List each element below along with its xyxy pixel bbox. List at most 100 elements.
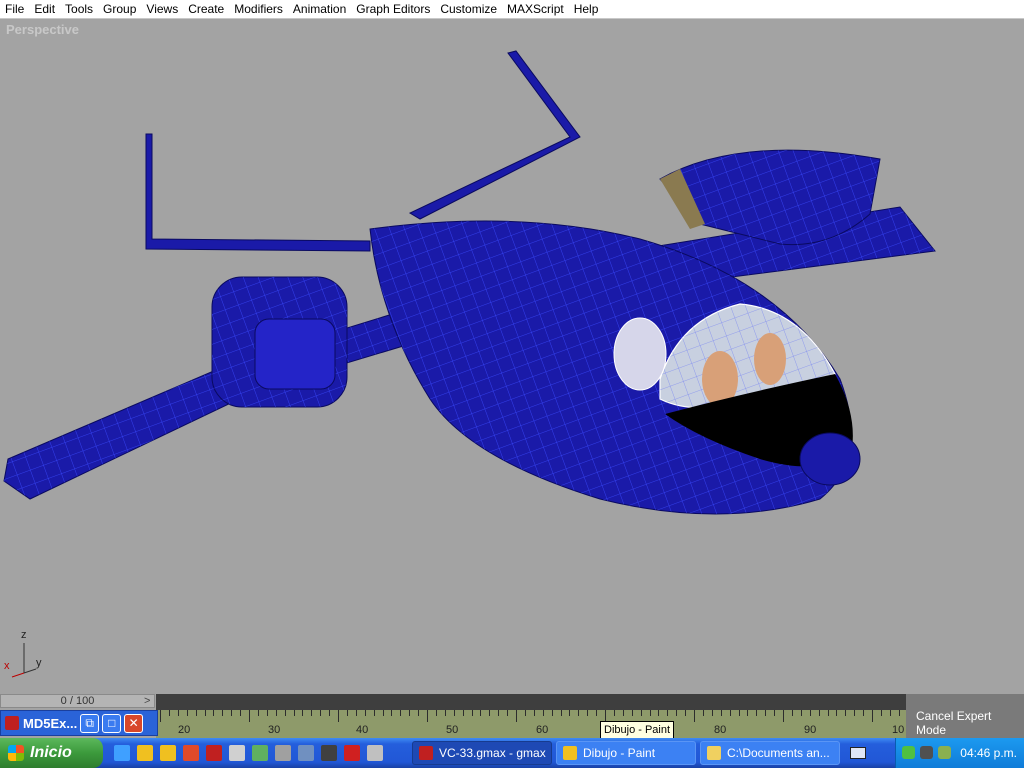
ruler-tick bbox=[702, 710, 704, 716]
ruler-label: 80 bbox=[714, 724, 727, 736]
ruler-tick bbox=[551, 710, 553, 716]
ruler-tick bbox=[569, 710, 571, 716]
ruler-tick bbox=[480, 710, 482, 716]
ruler-tick bbox=[872, 710, 873, 722]
ruler-tick bbox=[747, 710, 749, 716]
task-paint[interactable]: Dibujo - Paint bbox=[556, 741, 696, 765]
quicklaunch-icon[interactable] bbox=[367, 745, 383, 761]
ruler-tick bbox=[578, 710, 580, 716]
minimized-window-title: MD5Ex... bbox=[23, 715, 78, 731]
perspective-viewport[interactable]: Perspective z x y bbox=[0, 19, 1024, 694]
close-button[interactable]: ✕ bbox=[124, 713, 144, 733]
ruler-tick bbox=[418, 710, 420, 716]
taskbar: Inicio VC-33.gmax - gmax Dibujo - Paint … bbox=[0, 738, 1024, 768]
keyboard-icon[interactable] bbox=[850, 747, 866, 759]
gmax-icon bbox=[419, 746, 433, 760]
ie-icon[interactable] bbox=[114, 745, 130, 761]
ruler-label: 90 bbox=[804, 724, 817, 736]
ruler-tick bbox=[622, 710, 624, 716]
quicklaunch-icon[interactable] bbox=[275, 745, 291, 761]
quicklaunch-icon[interactable] bbox=[160, 745, 176, 761]
aircraft-model[interactable] bbox=[0, 19, 1024, 694]
task-label: VC-33.gmax - gmax bbox=[439, 746, 546, 760]
time-slider[interactable]: 0 / 100 bbox=[0, 694, 155, 708]
menu-tools[interactable]: Tools bbox=[60, 0, 98, 18]
menu-bar: File Edit Tools Group Views Create Modif… bbox=[0, 0, 1024, 19]
ruler-tick bbox=[533, 710, 535, 716]
ruler-tick bbox=[774, 710, 776, 716]
time-ruler[interactable]: 20 30 40 50 60 70 80 90 10 bbox=[156, 710, 954, 738]
menu-views[interactable]: Views bbox=[141, 0, 183, 18]
ruler-tick bbox=[346, 710, 348, 716]
tray-icon[interactable] bbox=[902, 746, 915, 759]
restore-button[interactable]: ⧉ bbox=[80, 713, 100, 733]
task-gmax[interactable]: VC-33.gmax - gmax bbox=[412, 741, 552, 765]
time-next-button[interactable]: > bbox=[144, 694, 150, 708]
task-explorer[interactable]: C:\Documents an... bbox=[700, 741, 840, 765]
axis-z-label: z bbox=[21, 629, 27, 641]
ruler-tick bbox=[729, 710, 731, 716]
ruler-tick bbox=[827, 710, 829, 716]
ruler-tick bbox=[524, 710, 526, 716]
menu-edit[interactable]: Edit bbox=[29, 0, 60, 18]
maximize-button[interactable]: □ bbox=[102, 713, 122, 733]
ruler-tick bbox=[204, 710, 206, 716]
ruler-tick bbox=[854, 710, 856, 716]
quicklaunch-icon[interactable] bbox=[137, 745, 153, 761]
ruler-tick bbox=[231, 710, 233, 716]
ruler-tick bbox=[373, 710, 375, 716]
ruler-tick bbox=[284, 710, 286, 716]
menu-animation[interactable]: Animation bbox=[288, 0, 351, 18]
axis-y-label: y bbox=[36, 657, 42, 669]
ruler-tick bbox=[507, 710, 509, 716]
menu-customize[interactable]: Customize bbox=[435, 0, 502, 18]
quicklaunch-icon[interactable] bbox=[298, 745, 314, 761]
minimized-window[interactable]: MD5Ex... ⧉ □ ✕ bbox=[0, 710, 158, 736]
clock: 04:46 p.m. bbox=[960, 746, 1017, 760]
ruler-tick bbox=[649, 710, 651, 716]
ruler-tick bbox=[694, 710, 695, 722]
track-bar[interactable] bbox=[156, 694, 906, 710]
menu-maxscript[interactable]: MAXScript bbox=[502, 0, 569, 18]
menu-help[interactable]: Help bbox=[569, 0, 604, 18]
start-button[interactable]: Inicio bbox=[0, 738, 103, 768]
ruler-label: 40 bbox=[356, 724, 369, 736]
ruler-tick bbox=[845, 710, 847, 716]
left-engine-nacelle bbox=[211, 276, 348, 408]
quicklaunch-icon[interactable] bbox=[321, 745, 337, 761]
ruler-label: 20 bbox=[178, 724, 191, 736]
menu-graph-editors[interactable]: Graph Editors bbox=[351, 0, 435, 18]
ruler-tick bbox=[489, 710, 491, 716]
ruler-tick bbox=[249, 710, 250, 722]
quicklaunch-icon[interactable] bbox=[344, 745, 360, 761]
ruler-tick bbox=[516, 710, 517, 722]
ruler-tick bbox=[168, 710, 170, 716]
menu-file[interactable]: File bbox=[0, 0, 29, 18]
ruler-tick bbox=[889, 710, 891, 716]
tray-icon[interactable] bbox=[920, 746, 933, 759]
right-engine-nacelle bbox=[659, 149, 881, 246]
side-window bbox=[613, 317, 667, 391]
ruler-tick bbox=[275, 710, 277, 716]
quicklaunch-icon[interactable] bbox=[229, 745, 245, 761]
ruler-tick bbox=[240, 710, 242, 716]
tooltip: Dibujo - Paint bbox=[600, 721, 675, 739]
ruler-tick bbox=[293, 710, 295, 716]
ruler-tick bbox=[364, 710, 366, 716]
ruler-tick bbox=[409, 710, 411, 716]
cancel-expert-mode-button[interactable]: Cancel Expert Mode bbox=[916, 709, 1024, 737]
ruler-tick bbox=[542, 710, 544, 716]
menu-modifiers[interactable]: Modifiers bbox=[229, 0, 288, 18]
menu-create[interactable]: Create bbox=[183, 0, 229, 18]
ruler-label: 10 bbox=[892, 724, 905, 736]
network-icon[interactable] bbox=[938, 746, 951, 759]
quicklaunch-icon[interactable] bbox=[183, 745, 199, 761]
ruler-tick bbox=[382, 710, 384, 716]
ruler-tick bbox=[738, 710, 740, 716]
gmax-quicklaunch-icon[interactable] bbox=[206, 745, 222, 761]
menu-group[interactable]: Group bbox=[98, 0, 141, 18]
ruler-tick bbox=[311, 710, 313, 716]
quicklaunch-icon[interactable] bbox=[252, 745, 268, 761]
ruler-tick bbox=[756, 710, 758, 716]
ruler-tick bbox=[435, 710, 437, 716]
